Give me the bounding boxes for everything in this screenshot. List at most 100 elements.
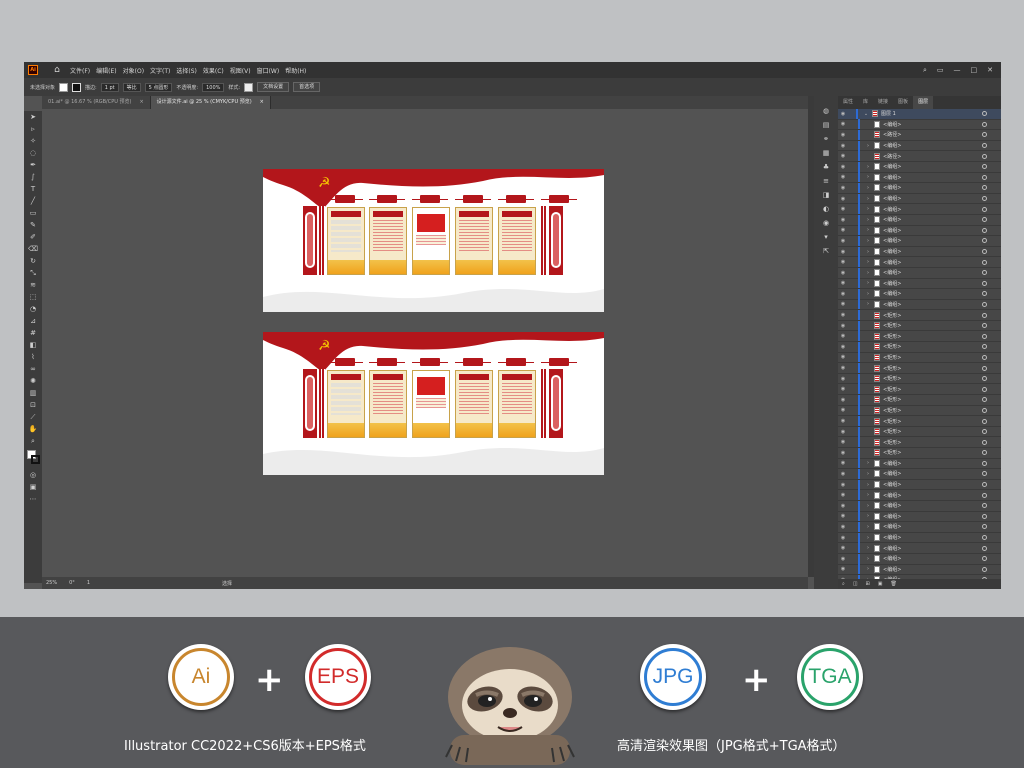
layer-row[interactable]: ◉ › <编组> bbox=[838, 140, 1001, 152]
visibility-icon[interactable]: ◉ bbox=[838, 482, 848, 488]
visibility-icon[interactable]: ◉ bbox=[838, 217, 848, 223]
target-icon[interactable] bbox=[982, 249, 987, 255]
layer-row[interactable]: ◉ › <编组> bbox=[838, 479, 1001, 491]
eraser-icon[interactable]: ⌫ bbox=[24, 243, 42, 255]
visibility-icon[interactable]: ◉ bbox=[838, 365, 848, 371]
target-icon[interactable] bbox=[982, 524, 987, 530]
stroke-style-select[interactable]: 等比 bbox=[122, 82, 141, 92]
disclosure-icon[interactable]: › bbox=[864, 566, 872, 572]
fill-stroke-icon[interactable] bbox=[24, 447, 42, 469]
layer-row[interactable]: ◉ <矩形> bbox=[838, 341, 1001, 353]
document-setup-button[interactable]: 文档设置 bbox=[257, 82, 290, 92]
layer-row[interactable]: ◉ › <编组> bbox=[838, 532, 1001, 544]
tab-close-icon[interactable]: × bbox=[260, 96, 264, 109]
gradient-tool-icon[interactable]: ◧ bbox=[24, 339, 42, 351]
disclosure-icon[interactable]: › bbox=[864, 217, 872, 223]
arrange-icon[interactable]: ▭ bbox=[937, 66, 944, 74]
visibility-icon[interactable]: ◉ bbox=[838, 471, 848, 477]
tab-artboards[interactable]: 图板 bbox=[893, 96, 913, 109]
disclosure-icon[interactable]: › bbox=[864, 196, 872, 202]
disclosure-icon[interactable]: › bbox=[864, 460, 872, 466]
target-icon[interactable] bbox=[982, 344, 987, 350]
style-swatch[interactable] bbox=[244, 82, 254, 92]
visibility-icon[interactable]: ◉ bbox=[838, 545, 848, 551]
layer-row[interactable]: ◉ <矩形> bbox=[838, 363, 1001, 374]
layer-row[interactable]: ◉ <矩形> bbox=[838, 352, 1001, 364]
layer-row[interactable]: ◉ › <编组> bbox=[838, 161, 1001, 173]
preferences-button[interactable]: 首选项 bbox=[293, 82, 321, 92]
rectangle-tool-icon[interactable]: ▭ bbox=[24, 207, 42, 219]
target-icon[interactable] bbox=[982, 280, 987, 286]
target-icon[interactable] bbox=[982, 418, 987, 424]
target-icon[interactable] bbox=[982, 482, 987, 488]
visibility-icon[interactable]: ◉ bbox=[838, 227, 848, 233]
visibility-icon[interactable]: ◉ bbox=[838, 397, 848, 403]
visibility-icon[interactable]: ◉ bbox=[838, 270, 848, 276]
visibility-icon[interactable]: ◉ bbox=[838, 196, 848, 202]
layer-row[interactable]: ◉ › <编组> bbox=[838, 193, 1001, 205]
target-icon[interactable] bbox=[982, 174, 987, 180]
menu-type[interactable]: 文字(T) bbox=[150, 66, 170, 75]
layer-row[interactable]: ◉ <矩形> bbox=[838, 373, 1001, 385]
layer-row[interactable]: ◉ <矩形> bbox=[838, 426, 1001, 438]
visibility-icon[interactable]: ◉ bbox=[838, 524, 848, 530]
layer-row[interactable]: ◉ › <编组> bbox=[838, 521, 1001, 533]
close-icon[interactable]: ✕ bbox=[987, 66, 993, 74]
layer-row[interactable]: ◉ › <编组> bbox=[838, 468, 1001, 480]
layer-row[interactable]: ◉ › <编组> bbox=[838, 204, 1001, 215]
tab-layers[interactable]: 图层 bbox=[913, 96, 934, 109]
layer-row[interactable]: ◉ › <编组> bbox=[838, 543, 1001, 554]
target-icon[interactable] bbox=[982, 259, 987, 265]
disclosure-icon[interactable]: › bbox=[864, 259, 872, 265]
screen-mode-icon[interactable]: ▣ bbox=[24, 481, 42, 493]
scale-tool-icon[interactable]: ⤡ bbox=[24, 267, 42, 279]
target-icon[interactable] bbox=[982, 227, 987, 233]
libraries-icon[interactable]: ▤ bbox=[814, 118, 838, 132]
layer-row[interactable]: ◉ <矩形> bbox=[838, 384, 1001, 396]
line-tool-icon[interactable]: ╱ bbox=[24, 195, 42, 207]
visibility-icon[interactable]: ◉ bbox=[838, 174, 848, 180]
target-icon[interactable] bbox=[982, 270, 987, 276]
brush-select[interactable]: 5 点圆形 bbox=[144, 82, 173, 92]
delete-layer-icon[interactable]: 🗑 bbox=[890, 581, 896, 587]
warp-tool-icon[interactable]: ≋ bbox=[24, 279, 42, 291]
visibility-icon[interactable]: ◉ bbox=[838, 111, 848, 117]
layer-row[interactable]: ◉ › <编组> bbox=[838, 490, 1001, 501]
layer-row[interactable]: ◉ › <编组> bbox=[838, 288, 1001, 300]
artboards-icon[interactable]: ▦ bbox=[814, 146, 838, 160]
layer-row[interactable]: ◉ › <编组> bbox=[838, 235, 1001, 247]
visibility-icon[interactable]: ◉ bbox=[838, 418, 848, 424]
visibility-icon[interactable]: ◉ bbox=[838, 439, 848, 445]
target-icon[interactable] bbox=[982, 111, 987, 117]
target-icon[interactable] bbox=[982, 333, 987, 339]
properties-icon[interactable]: ◍ bbox=[814, 104, 838, 118]
target-icon[interactable] bbox=[982, 291, 987, 297]
target-icon[interactable] bbox=[982, 121, 987, 127]
opacity-field[interactable]: 100% bbox=[202, 82, 225, 92]
draw-mode-icon[interactable]: ◎ bbox=[24, 469, 42, 481]
layer-row[interactable]: ◉ <矩形> bbox=[838, 416, 1001, 427]
target-icon[interactable] bbox=[982, 556, 987, 562]
visibility-icon[interactable]: ◉ bbox=[838, 185, 848, 191]
symbol-sprayer-icon[interactable]: ✺ bbox=[24, 375, 42, 387]
target-icon[interactable] bbox=[982, 460, 987, 466]
rotate-tool-icon[interactable]: ↻ bbox=[24, 255, 42, 267]
visibility-icon[interactable]: ◉ bbox=[838, 206, 848, 212]
visibility-icon[interactable]: ◉ bbox=[838, 344, 848, 350]
disclosure-icon[interactable]: › bbox=[864, 280, 872, 286]
rotation-angle[interactable]: 0° bbox=[69, 580, 75, 586]
artboard-2[interactable]: ☭ bbox=[263, 332, 604, 475]
visibility-icon[interactable]: ◉ bbox=[838, 450, 848, 456]
visibility-icon[interactable]: ◉ bbox=[838, 121, 848, 127]
target-icon[interactable] bbox=[982, 153, 987, 159]
disclosure-icon[interactable]: › bbox=[864, 249, 872, 255]
visibility-icon[interactable]: ◉ bbox=[838, 460, 848, 466]
layer-row[interactable]: ◉ › <编组> bbox=[838, 564, 1001, 576]
tab-links[interactable]: 链接 bbox=[873, 96, 893, 109]
disclosure-icon[interactable]: ⌄ bbox=[862, 111, 870, 117]
layer-row[interactable]: ◉ <矩形> bbox=[838, 394, 1001, 406]
zoom-level[interactable]: 25% bbox=[46, 580, 57, 586]
target-icon[interactable] bbox=[982, 535, 987, 541]
perspective-grid-icon[interactable]: ⊿ bbox=[24, 315, 42, 327]
disclosure-icon[interactable]: › bbox=[864, 545, 872, 551]
